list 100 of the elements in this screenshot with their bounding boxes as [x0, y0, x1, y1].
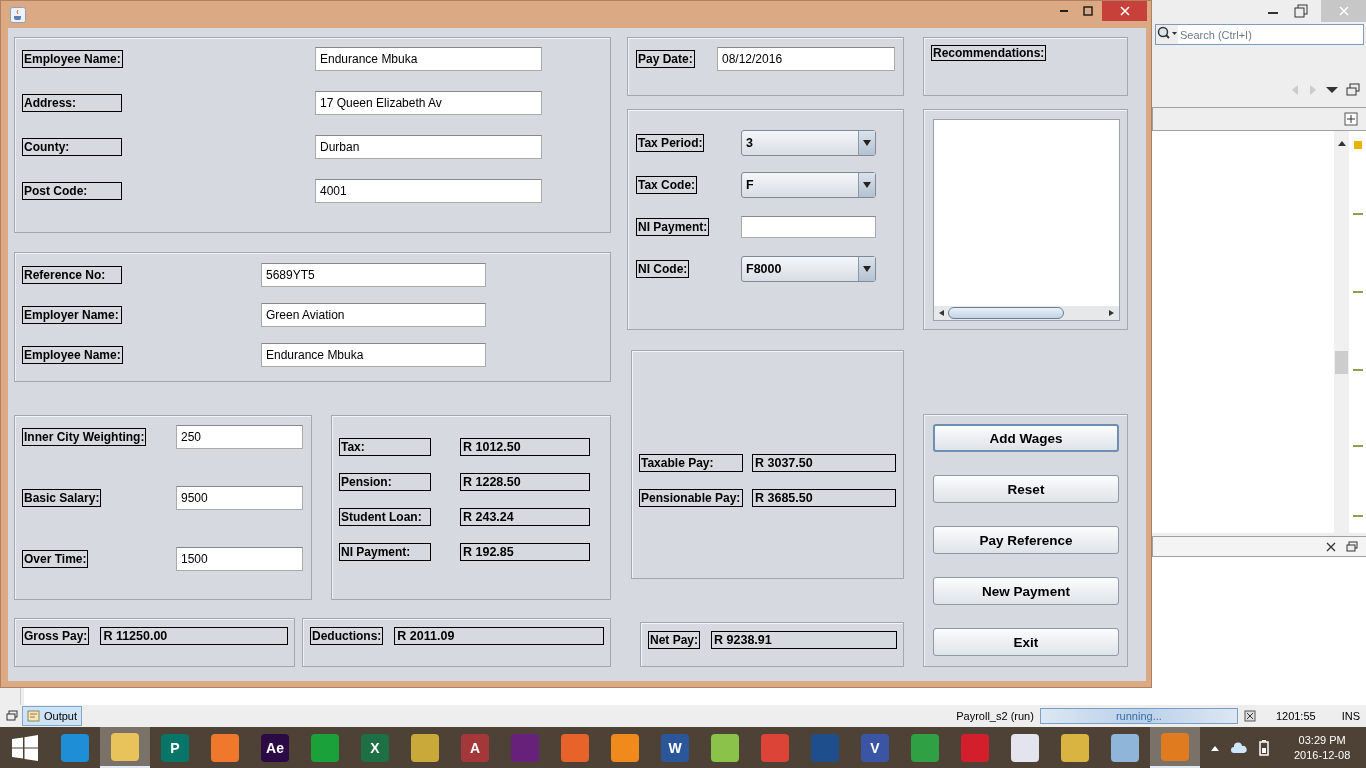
- taskbar-button[interactable]: [1150, 727, 1200, 768]
- field-label: NI Payment:: [636, 218, 710, 236]
- field-label: NI Payment:: [339, 543, 431, 561]
- field-label: Employee Name:: [22, 50, 123, 68]
- text-field[interactable]: 08/12/2016: [717, 47, 895, 71]
- search-icon[interactable]: [1156, 25, 1178, 44]
- dropdown[interactable]: F: [741, 172, 876, 198]
- taskbar-button[interactable]: A: [450, 727, 500, 768]
- coffee-cup-icon: [10, 6, 26, 23]
- clock-time: 03:29 PM: [1298, 732, 1346, 748]
- text-field[interactable]: Green Aviation: [261, 303, 486, 327]
- scroll-right-icon[interactable]: [1108, 309, 1116, 317]
- action-button[interactable]: New Payment: [933, 577, 1119, 605]
- clock-date: 2016-12-08: [1294, 747, 1351, 763]
- maximize-icon: [1083, 6, 1093, 16]
- field-label: Basic Salary:: [22, 489, 102, 507]
- text-field[interactable]: Endurance Mbuka: [261, 343, 486, 367]
- text-field[interactable]: 4001: [315, 179, 542, 203]
- maximize-icon[interactable]: [1344, 112, 1358, 126]
- text-field[interactable]: Endurance Mbuka: [315, 47, 542, 71]
- field-label: Tax:: [339, 438, 431, 456]
- taskbar-button[interactable]: P: [150, 727, 200, 768]
- minimize-icon: [1060, 10, 1068, 12]
- field-label: Employee Name:: [22, 346, 123, 364]
- field-label: Address:: [22, 94, 122, 112]
- progress-bar: running...: [1039, 708, 1238, 724]
- action-button[interactable]: Pay Reference: [933, 526, 1119, 554]
- field-label: Net Pay:: [648, 631, 701, 649]
- amount-value: R 1012.50: [460, 438, 590, 456]
- dropdown[interactable]: 3: [741, 130, 876, 156]
- text-field[interactable]: 5689YT5: [261, 263, 486, 287]
- taskbar-button[interactable]: X: [350, 727, 400, 768]
- field-label: County:: [22, 138, 122, 156]
- scroll-left-icon[interactable]: [937, 309, 945, 317]
- field-label: Tax Code:: [636, 176, 698, 194]
- taskbar-button[interactable]: W: [650, 727, 700, 768]
- amount-value: R 3037.50: [752, 454, 896, 472]
- scroll-up-icon[interactable]: [1336, 139, 1347, 147]
- field-label: Pensionable Pay:: [639, 489, 743, 507]
- restore-icon[interactable]: [1293, 3, 1309, 19]
- action-button[interactable]: Reset: [933, 475, 1119, 503]
- field-label: Tax Period:: [636, 134, 705, 152]
- taskbar-button[interactable]: V: [850, 727, 900, 768]
- app-icon: V: [861, 733, 889, 762]
- close-icon[interactable]: [1326, 541, 1336, 552]
- field-label: Pay Date:: [636, 50, 695, 68]
- dropdown-icon[interactable]: [1326, 85, 1338, 95]
- amount-value: R 1228.50: [460, 473, 590, 491]
- field-label: Student Loan:: [339, 508, 431, 526]
- app-icon: A: [461, 733, 489, 762]
- vertical-scrollbar[interactable]: [1334, 131, 1349, 533]
- restore-icon[interactable]: [1346, 83, 1360, 97]
- output-icon: [27, 709, 41, 723]
- amount-value: R 9238.91: [711, 631, 897, 649]
- text-field[interactable]: 250: [176, 425, 303, 449]
- output-tab[interactable]: Output: [22, 706, 83, 726]
- taskbar-button[interactable]: Ae: [250, 727, 300, 768]
- amount-value: R 243.24: [460, 508, 590, 526]
- app-icon: X: [361, 733, 389, 762]
- text-field[interactable]: 1500: [176, 547, 303, 571]
- taskbar-button[interactable]: [100, 727, 150, 768]
- search-field[interactable]: Search (Ctrl+I): [1155, 24, 1364, 45]
- field-label: Deductions:: [310, 627, 384, 645]
- close-icon: [1119, 6, 1130, 16]
- caret-position: 1201:55: [1275, 710, 1316, 722]
- text-field[interactable]: 9500: [176, 486, 303, 510]
- action-button[interactable]: Exit: [933, 628, 1119, 656]
- field-label: Taxable Pay:: [639, 454, 743, 472]
- app-icon: P: [161, 733, 189, 762]
- text-field[interactable]: Durban: [315, 135, 542, 159]
- amount-value: R 11250.00: [100, 627, 288, 645]
- windows-start-icon[interactable]: [12, 734, 38, 761]
- field-label: Employer Name:: [22, 306, 122, 324]
- field-label: Reference No:: [22, 266, 122, 284]
- horizontal-scrollbar[interactable]: [934, 306, 1119, 320]
- cloud-icon[interactable]: [1230, 741, 1248, 754]
- close-button[interactable]: [1102, 1, 1147, 21]
- restore-icon[interactable]: [6, 710, 18, 722]
- amount-value: R 192.85: [460, 543, 590, 561]
- text-field[interactable]: [741, 216, 876, 238]
- battery-icon[interactable]: [1258, 739, 1270, 756]
- insert-mode: INS: [1341, 710, 1360, 722]
- cancel-icon[interactable]: [1243, 710, 1256, 722]
- dropdown[interactable]: F8000: [741, 256, 876, 282]
- process-label: Payroll_s2 (run): [956, 710, 1034, 722]
- action-button[interactable]: Add Wages: [933, 424, 1119, 452]
- amount-value: R 2011.09: [394, 627, 604, 645]
- app-icon: W: [661, 733, 689, 762]
- amount-value: R 3685.50: [752, 489, 896, 507]
- field-label: Over Time:: [22, 550, 89, 568]
- restore-icon[interactable]: [1346, 540, 1358, 553]
- field-label: NI Code:: [636, 260, 690, 278]
- text-field[interactable]: 17 Queen Elizabeth Av: [315, 91, 542, 115]
- scrollbar-thumb[interactable]: [1335, 351, 1348, 374]
- field-label: Gross Pay:: [22, 627, 90, 645]
- close-icon: [1337, 5, 1350, 17]
- app-icon: Ae: [261, 733, 289, 762]
- field-label: Pension:: [339, 473, 431, 491]
- section-label: Recommendations:: [931, 45, 1047, 61]
- field-label: Inner City Weighting:: [22, 428, 147, 446]
